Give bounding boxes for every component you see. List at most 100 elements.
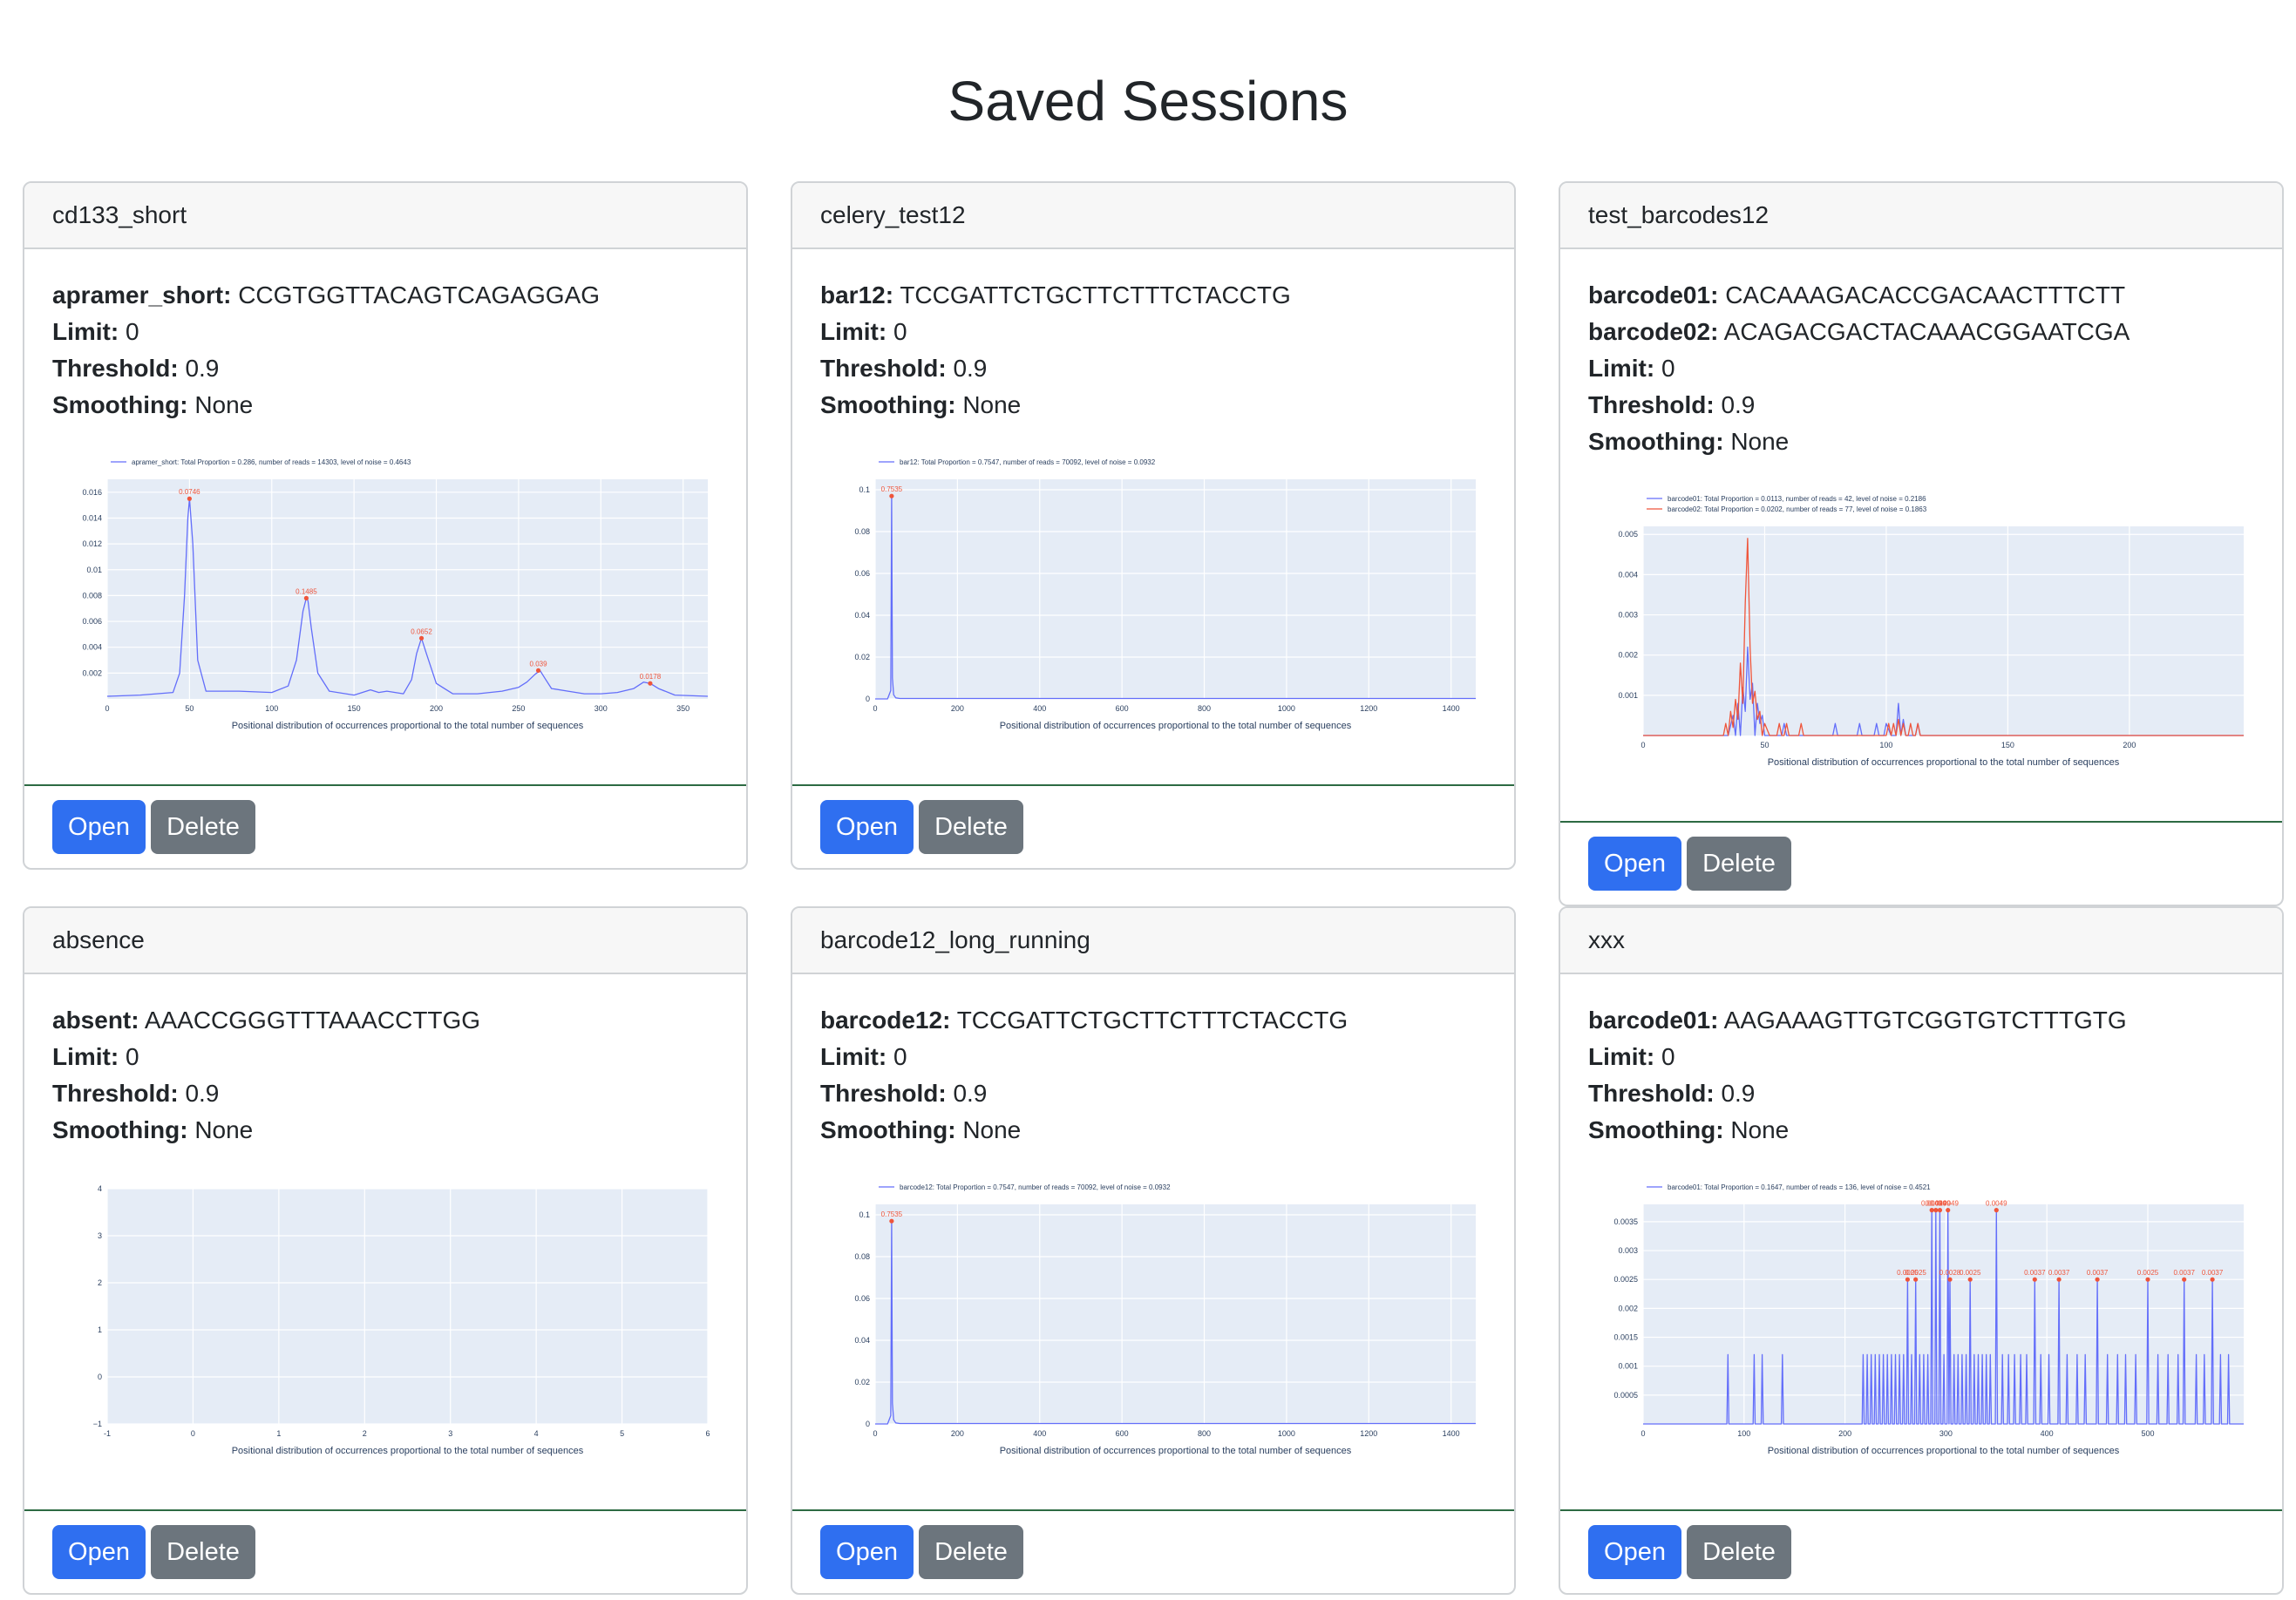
legend-entry: bar12: Total Proportion = 0.7547, number…	[900, 458, 1156, 466]
y-tick-label: 0	[98, 1373, 102, 1381]
x-tick-label: 0	[873, 1429, 877, 1438]
delete-button[interactable]: Delete	[919, 800, 1023, 854]
delete-button[interactable]: Delete	[919, 1525, 1023, 1579]
open-button[interactable]: Open	[52, 800, 146, 854]
x-tick-label: 5	[620, 1429, 624, 1438]
x-tick-label: 1200	[1360, 1429, 1377, 1438]
x-tick-label: 800	[1198, 1429, 1211, 1438]
delete-button[interactable]: Delete	[1687, 1525, 1791, 1579]
x-tick-label: 0	[873, 704, 877, 713]
y-tick-label: 4	[98, 1184, 102, 1193]
threshold-value: 0.9	[1721, 1080, 1756, 1107]
limit-value: 0	[1661, 355, 1675, 382]
peak-label: 0.1485	[295, 587, 317, 595]
peak-label: 0.0037	[2202, 1269, 2224, 1277]
x-tick-label: 100	[1879, 741, 1892, 749]
chart-svg: 0 50 100 150 200 250 300 350 0.002 0.004 0.006 0.00…	[82, 458, 709, 731]
card-footer: Open Delete	[792, 1509, 1514, 1593]
card-footer: Open Delete	[1560, 1509, 2282, 1593]
limit-label: Limit:	[820, 1043, 887, 1070]
y-tick-label: 0.0015	[1613, 1333, 1638, 1342]
threshold-line: Threshold: 0.9	[52, 1075, 718, 1112]
barcode-line: bar12: TCCGATTCTGCTTCTTTCTACCTG	[820, 277, 1486, 314]
delete-button[interactable]: Delete	[151, 800, 255, 854]
smoothing-line: Smoothing: None	[52, 1112, 718, 1149]
x-tick-label: 50	[185, 704, 194, 713]
y-tick-label: 0.003	[1618, 1246, 1638, 1255]
session-details: absent: AAACCGGGTTTAAACCTTGG Limit: 0 Thre…	[52, 1002, 718, 1149]
peak-label: 0.0025	[1960, 1269, 1981, 1277]
peak-marker	[2032, 1277, 2037, 1282]
x-tick-label: 200	[1838, 1429, 1851, 1438]
y-tick-label: 0.1	[859, 1210, 870, 1219]
y-tick-label: 0.003	[1618, 611, 1638, 620]
barcode-sequence: AAGAAAGTTGTCGGTGTCTTTGTG	[1723, 1007, 2127, 1034]
session-card: cd133_short apramer_short: CCGTGGTTACAGTC…	[23, 181, 748, 870]
smoothing-value: None	[1730, 1116, 1790, 1143]
chart-svg: 0 100 200 300 400 500 0.0005 0.001 0.0015 0.002 0.…	[1613, 1183, 2244, 1456]
smoothing-label: Smoothing:	[52, 1116, 188, 1143]
y-tick-label: 0.0035	[1613, 1217, 1638, 1226]
chart-svg: 0 200 400 600 800 1000 1200 1400 0 0.02 0.04 0.06 0.…	[854, 1183, 1476, 1456]
y-tick-label: 0.0005	[1613, 1391, 1638, 1400]
session-card: barcode12_long_running barcode12: TCCGATT…	[791, 906, 1516, 1595]
y-tick-label: 0.06	[854, 1294, 870, 1303]
peak-label: 0.0049	[1937, 1200, 1959, 1208]
session-details: apramer_short: CCGTGGTTACAGTCAGAGGAG Limi…	[52, 277, 718, 424]
x-tick-label: 100	[265, 704, 278, 713]
threshold-label: Threshold:	[1588, 1080, 1715, 1107]
legend-entry: barcode02: Total Proportion = 0.0202, nu…	[1668, 505, 1927, 513]
y-tick-label: 3	[98, 1231, 102, 1240]
open-button[interactable]: Open	[52, 1525, 146, 1579]
plot-area	[875, 1204, 1476, 1424]
x-tick-label: 150	[348, 704, 361, 713]
plot-area	[107, 479, 708, 699]
smoothing-line: Smoothing: None	[820, 387, 1486, 424]
x-tick-label: 1400	[1443, 704, 1460, 713]
session-name: cd133_short	[24, 183, 746, 249]
limit-label: Limit:	[820, 318, 887, 345]
peak-label: 0.0037	[2087, 1269, 2109, 1277]
delete-button[interactable]: Delete	[151, 1525, 255, 1579]
delete-button[interactable]: Delete	[1687, 837, 1791, 891]
peak-marker	[303, 595, 309, 600]
peak-label: 0.0746	[179, 488, 200, 496]
x-tick-label: 1400	[1443, 1429, 1460, 1438]
y-tick-label: 0.04	[854, 611, 870, 620]
x-tick-label: 2	[363, 1429, 367, 1438]
limit-line: Limit: 0	[820, 1039, 1486, 1075]
limit-line: Limit: 0	[1588, 350, 2254, 387]
open-button[interactable]: Open	[1588, 1525, 1681, 1579]
barcode-name: barcode01:	[1588, 281, 1719, 308]
x-tick-label: 0	[1640, 1429, 1645, 1438]
chart-svg: -1 0 1 2 3 4 5 6 −1 0 1 2 3 4 Positional distribution …	[93, 1184, 710, 1456]
y-tick-label: 0.1	[859, 485, 870, 494]
x-tick-label: 200	[430, 704, 443, 713]
session-details: barcode01: AAGAAAGTTGTCGGTGTCTTTGTG Limit…	[1588, 1002, 2254, 1149]
x-tick-label: 0	[1640, 741, 1645, 749]
x-tick-label: -1	[104, 1429, 111, 1438]
y-tick-label: 0.01	[86, 566, 102, 574]
distribution-plot: 0 50 100 150 200 250 300 350 0.002 0.004 0.006 0.00…	[59, 453, 715, 741]
limit-label: Limit:	[52, 1043, 119, 1070]
barcode-line: barcode12: TCCGATTCTGCTTCTTTCTACCTG	[820, 1002, 1486, 1039]
x-tick-label: 0	[191, 1429, 195, 1438]
open-button[interactable]: Open	[1588, 837, 1681, 891]
session-details: bar12: TCCGATTCTGCTTCTTTCTACCTG Limit: 0T…	[820, 277, 1486, 424]
distribution-plot: 0 50 100 150 200 0.001 0.002 0.003 0.004 0.005 bar…	[1595, 490, 2251, 777]
open-button[interactable]: Open	[820, 1525, 914, 1579]
barcode-name: barcode02:	[1588, 318, 1719, 345]
y-tick-label: −1	[93, 1420, 102, 1428]
peak-marker	[1905, 1277, 1910, 1282]
threshold-line: Threshold: 0.9	[1588, 1075, 2254, 1112]
open-button[interactable]: Open	[820, 800, 914, 854]
session-name: test_barcodes12	[1560, 183, 2282, 249]
card-footer: Open Delete	[24, 1509, 746, 1593]
y-tick-label: 0.08	[854, 527, 870, 536]
session-name: barcode12_long_running	[792, 908, 1514, 974]
barcode-line: barcode02: ACAGACGACTACAAACGGAATCGA	[1588, 314, 2254, 350]
peak-label: 0.0652	[411, 627, 432, 635]
session-name: absence	[24, 908, 746, 974]
barcode-sequence: CACAAAGACACCGACAACTTTCTT	[1725, 281, 2126, 308]
peak-label: 0.7535	[881, 1210, 903, 1218]
